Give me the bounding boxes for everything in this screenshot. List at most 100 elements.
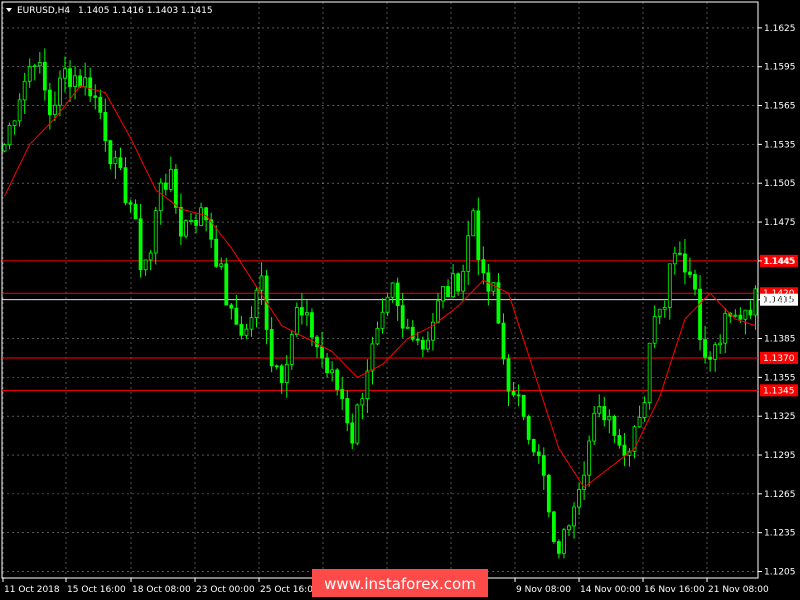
price-chart[interactable]: 1.14451.14201.13701.13451.1415 1.16251.1… <box>0 0 800 600</box>
time-tick-label: 25 Oct 16:00 <box>260 585 319 595</box>
candle-body-down <box>501 322 506 360</box>
candle-body-up <box>370 343 375 372</box>
candle-body-down <box>516 394 521 397</box>
candle-body-up <box>390 282 395 298</box>
candle-body-up <box>436 300 440 323</box>
candle-body-down <box>93 95 98 98</box>
time-tick-label: 23 Oct 00:00 <box>196 585 255 595</box>
price-tick-label: 1.1325 <box>764 412 796 422</box>
price-tick-label: 1.1475 <box>764 218 796 228</box>
candle-body-down <box>320 346 324 359</box>
time-tick-label: 16 Nov 16:00 <box>644 585 705 595</box>
candle-body-up <box>365 370 370 400</box>
candle-body-up <box>667 263 672 308</box>
candle <box>471 208 476 237</box>
candle-body-up <box>562 529 566 554</box>
candle-body-up <box>17 99 22 122</box>
candle-body-up <box>32 65 37 68</box>
candle-body-up <box>153 210 158 254</box>
candle-body-down <box>546 474 551 513</box>
candle-body-down <box>340 389 345 399</box>
candle-body-down <box>446 286 450 298</box>
candle-body-down <box>214 238 219 267</box>
candle-body-up <box>37 62 42 67</box>
candle-body-up <box>405 326 410 329</box>
candle-body-up <box>113 157 118 165</box>
candle-body-down <box>400 305 405 329</box>
watermark: www.instaforex.com <box>312 569 488 597</box>
candle-body-down <box>274 365 279 368</box>
candle-body-up <box>53 104 57 115</box>
candle-body-down <box>617 435 622 446</box>
candle-body-up <box>27 66 32 82</box>
candle-body-up <box>254 289 259 319</box>
candle-body-down <box>234 307 239 325</box>
candle-body-up <box>753 288 758 316</box>
candle-body-up <box>597 406 602 414</box>
candle-body-up <box>244 328 249 336</box>
candle-body-down <box>541 455 546 476</box>
time-tick-label: 9 Nov 08:00 <box>516 585 571 595</box>
candle-body-down <box>511 390 516 396</box>
candle-body-up <box>471 210 476 237</box>
price-tick-label: 1.1595 <box>764 63 796 73</box>
symbol-label: EURUSD,H4 <box>17 6 70 16</box>
candle <box>355 403 360 446</box>
candle-body-up <box>22 80 27 101</box>
candle-body-down <box>173 168 178 208</box>
candle-body-up <box>451 273 455 298</box>
candle-body-down <box>310 312 314 338</box>
candle-body-down <box>163 182 168 190</box>
candle-body-up <box>672 252 677 265</box>
candle-body-up <box>587 440 592 476</box>
candle-body-up <box>289 334 294 365</box>
candle-body-up <box>158 182 163 212</box>
candle-body-up <box>360 398 365 406</box>
candle-body-down <box>688 271 692 275</box>
candle-body-down <box>123 167 128 204</box>
candle-body-up <box>491 282 496 292</box>
candle-body-down <box>748 309 753 316</box>
time-tick-label: 15 Oct 16:00 <box>67 585 126 595</box>
candle-body-down <box>279 365 284 383</box>
candle-body-down <box>224 263 229 306</box>
candle-body-up <box>713 344 718 360</box>
candle-body-up <box>718 342 723 346</box>
candle-body-down <box>88 77 93 97</box>
candle-body-up <box>143 259 148 271</box>
candle-body-down <box>299 307 304 316</box>
candle-body-down <box>531 439 536 453</box>
candle-body-up <box>355 404 360 444</box>
candle-body-up <box>148 252 153 261</box>
candle-body-up <box>380 311 385 329</box>
candle-body-down <box>269 329 274 367</box>
candle-body-down <box>118 157 123 169</box>
candle-body-up <box>723 312 728 344</box>
price-tick-label: 1.1565 <box>764 102 796 112</box>
candle-body-up <box>58 77 62 106</box>
candle-body-down <box>698 288 702 340</box>
candle-body-down <box>683 253 687 273</box>
candle-body-up <box>567 525 571 531</box>
candle-body-down <box>536 451 541 457</box>
ohlc-label: 1.1405 1.1416 1.1403 1.1415 <box>78 6 213 16</box>
price-tick-label: 1.1625 <box>764 24 796 34</box>
candle-body-up <box>637 417 642 428</box>
candle-body-down <box>103 111 108 142</box>
candle-body-down <box>179 207 183 237</box>
candle-body-down <box>68 68 72 87</box>
time-tick-label: 18 Oct 08:00 <box>132 585 191 595</box>
candle-body-up <box>63 68 67 79</box>
price-tick-label: 1.1385 <box>764 335 796 345</box>
candle-body-up <box>461 270 466 292</box>
time-tick-label: 11 Oct 2018 <box>4 585 60 595</box>
candle-body-down <box>315 336 319 348</box>
candle-body-down <box>476 210 481 261</box>
candle-body-up <box>284 363 289 383</box>
candle-body-up <box>219 263 224 267</box>
candle-body-up <box>743 309 748 320</box>
candle-body-down <box>622 444 627 456</box>
candle-body-up <box>189 220 193 222</box>
candle-body-down <box>345 398 350 424</box>
candle-body-down <box>456 273 461 292</box>
